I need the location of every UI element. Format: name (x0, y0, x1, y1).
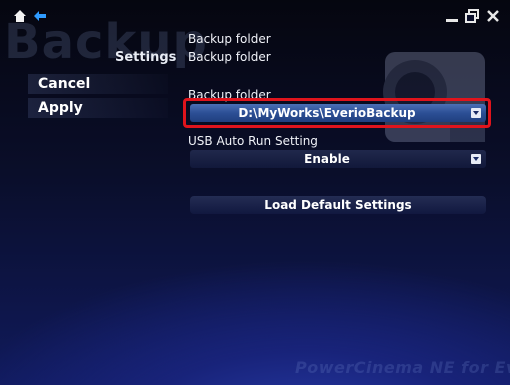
close-icon[interactable] (486, 9, 500, 23)
restore-icon[interactable] (465, 9, 479, 23)
cancel-button[interactable]: Cancel (28, 74, 168, 94)
apply-button[interactable]: Apply (28, 98, 168, 118)
page-title-watermark: Backup (4, 14, 208, 70)
header-line-1: Backup folder (188, 32, 271, 46)
backup-folder-value: D:\MyWorks\EverioBackup (238, 106, 416, 120)
usb-autorun-label: USB Auto Run Setting (188, 134, 318, 148)
backup-folder-dropdown[interactable]: D:\MyWorks\EverioBackup (190, 104, 486, 122)
usb-autorun-dropdown[interactable]: Enable (190, 150, 486, 168)
dropdown-arrow-icon[interactable] (471, 108, 481, 118)
dropdown-arrow-icon[interactable] (471, 154, 481, 164)
usb-autorun-value: Enable (304, 152, 350, 166)
brand-watermark: PowerCinema NE for Everio (295, 358, 510, 377)
load-default-settings-button[interactable]: Load Default Settings (190, 196, 486, 214)
section-label: Settings (115, 50, 177, 65)
header-line-2: Backup folder (188, 50, 271, 64)
